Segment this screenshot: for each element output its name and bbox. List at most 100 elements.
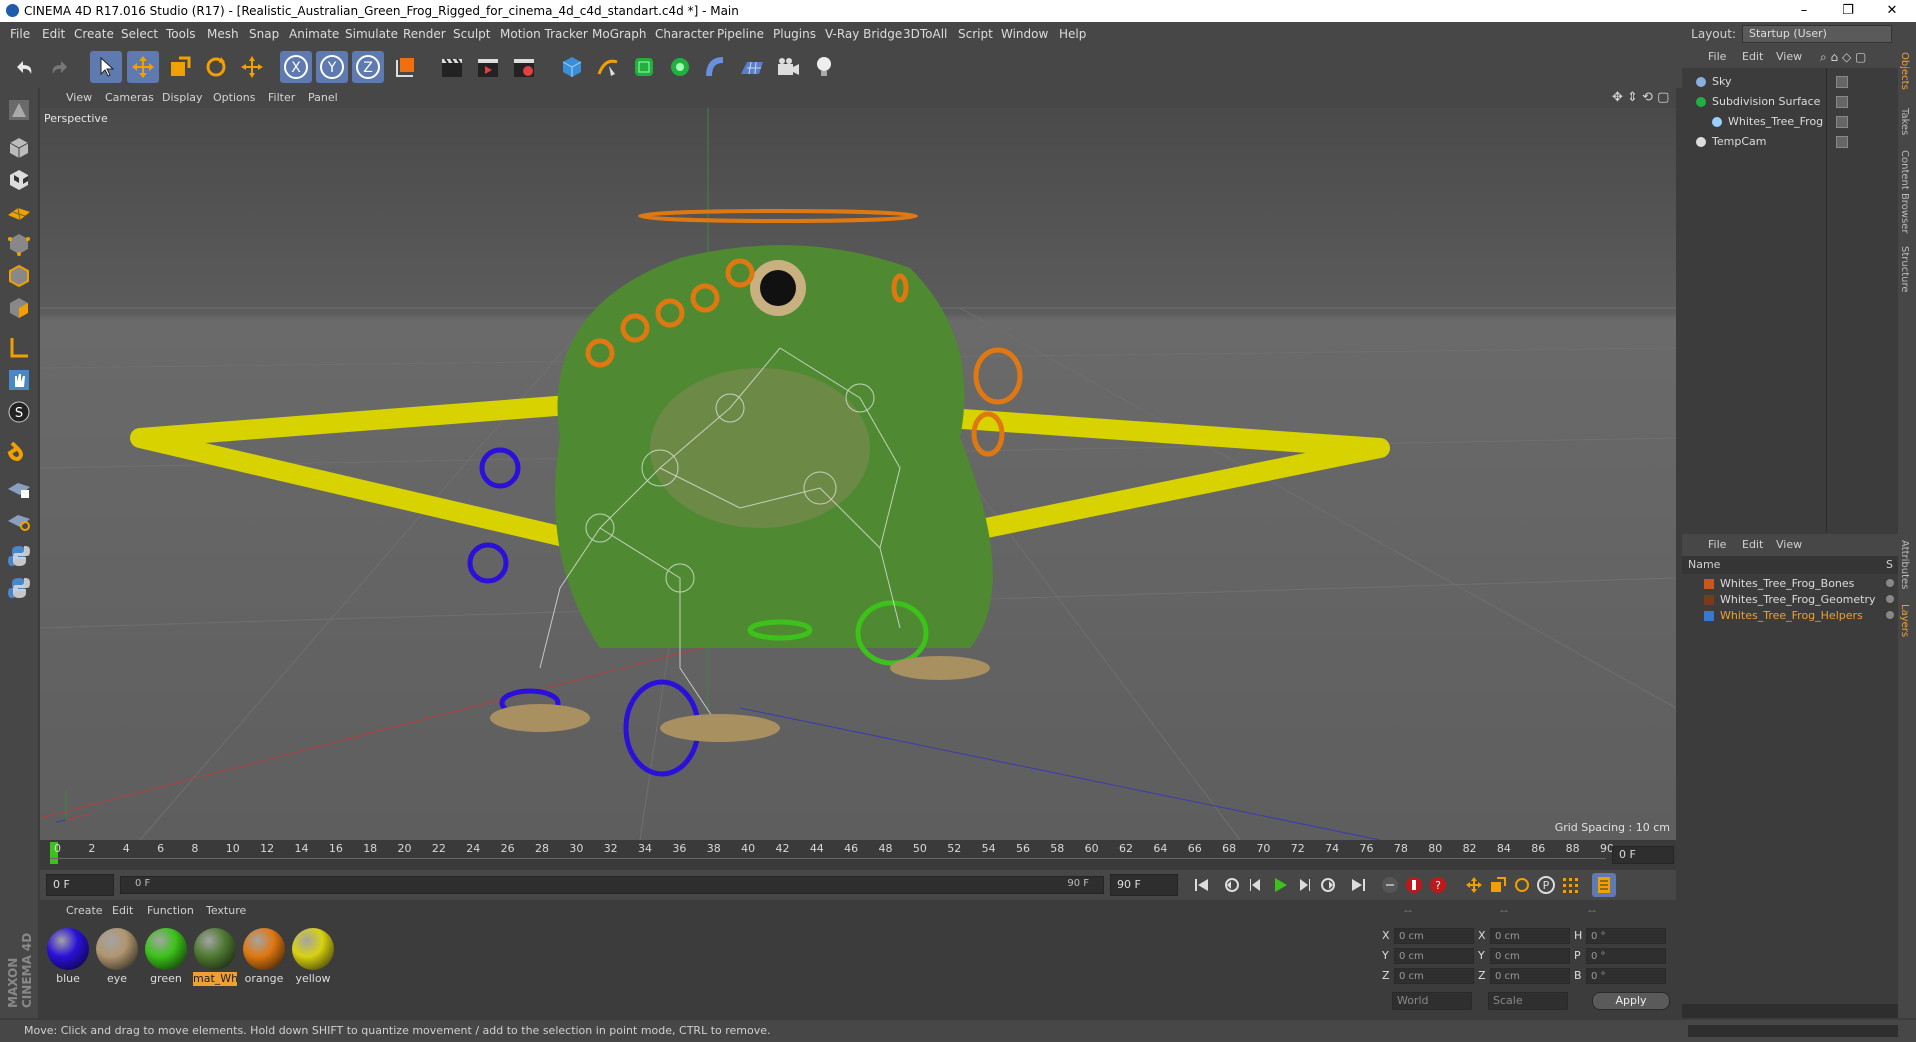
coord-value-field[interactable]: 0 ° (1586, 968, 1666, 984)
timeline-ruler[interactable]: 0 2 4 6 8 10 12 14 16 18 20 22 24 26 28 30 32 34 36 38 40 42 4… (40, 840, 1676, 870)
go-to-end-button[interactable] (1346, 873, 1370, 897)
menu-vray-bridge[interactable]: V-Ray Bridge (825, 22, 902, 46)
key-point-level-button[interactable] (1558, 873, 1582, 897)
menu-animate[interactable]: Animate (289, 22, 339, 46)
go-to-previous-key-button[interactable] (1220, 873, 1244, 897)
object-toolbar-icons[interactable]: ⌕ ⌂ ◇ ▢ (1820, 46, 1866, 68)
menu-edit[interactable]: Edit (42, 22, 65, 46)
menu-sculpt[interactable]: Sculpt (453, 22, 490, 46)
material-menu-texture[interactable]: Texture (206, 900, 246, 922)
end-frame-field[interactable]: 90 F (1110, 874, 1178, 896)
menu-render[interactable]: Render (403, 22, 446, 46)
tweak-mode-button[interactable] (3, 364, 35, 396)
rotate-tool-button[interactable] (200, 51, 232, 83)
layer-menu-view[interactable]: View (1776, 534, 1802, 556)
coord-value-field[interactable]: 0 ° (1586, 928, 1666, 944)
layer-row[interactable]: Whites_Tree_Frog_Bones (1682, 576, 1898, 592)
material-swatch[interactable]: green (144, 926, 188, 986)
workplane-mode-button[interactable] (3, 196, 35, 228)
object-menu-file[interactable]: File (1708, 46, 1726, 68)
layer-solo-dot-icon[interactable] (1886, 611, 1894, 619)
material-swatch[interactable]: yellow (291, 926, 335, 986)
close-button[interactable]: ✕ (1870, 0, 1914, 22)
object-menu-view[interactable]: View (1776, 46, 1802, 68)
frame-range-slider[interactable]: 0 F 90 F (120, 876, 1104, 894)
object-row[interactable]: Subdivision Surface (1682, 92, 1898, 112)
apply-button[interactable]: Apply (1592, 992, 1670, 1010)
layer-scrollbar[interactable] (1682, 1004, 1898, 1018)
side-tab-structure[interactable]: Structure (1899, 246, 1910, 293)
polygons-mode-button[interactable] (3, 292, 35, 324)
timeline-window-button[interactable] (1592, 873, 1616, 897)
object-row[interactable]: TempCam (1682, 132, 1898, 152)
key-position-button[interactable] (1462, 873, 1486, 897)
play-button[interactable] (1268, 873, 1292, 897)
menu-create[interactable]: Create (74, 22, 114, 46)
points-mode-button[interactable] (3, 228, 35, 260)
motion-record-button[interactable] (1378, 873, 1402, 897)
go-to-start-button[interactable] (1190, 873, 1214, 897)
coord-mode-dropdown[interactable]: Scale (1488, 992, 1568, 1010)
side-tab-takes[interactable]: Takes (1899, 108, 1910, 135)
undo-button[interactable] (8, 51, 40, 83)
soft-selection-button[interactable]: S (3, 396, 35, 428)
viewport-menu-cameras[interactable]: Cameras (105, 88, 154, 108)
minimize-button[interactable]: – (1782, 0, 1826, 22)
layer-color-swatch[interactable] (1704, 579, 1714, 589)
go-to-next-key-button[interactable] (1316, 873, 1340, 897)
key-scale-button[interactable] (1486, 873, 1510, 897)
menu-mesh[interactable]: Mesh (207, 22, 239, 46)
menu-select[interactable]: Select (121, 22, 158, 46)
floor-button[interactable] (736, 51, 768, 83)
menu-help[interactable]: Help (1059, 22, 1086, 46)
go-to-next-frame-button[interactable] (1292, 873, 1316, 897)
layer-menu-file[interactable]: File (1708, 534, 1726, 556)
material-swatch[interactable]: eye (95, 926, 139, 986)
menu-character[interactable]: Character (655, 22, 714, 46)
menu-window[interactable]: Window (1001, 22, 1048, 46)
camera-button[interactable] (772, 51, 804, 83)
menu-3dtoall[interactable]: 3DToAll (903, 22, 947, 46)
material-menu-create[interactable]: Create (66, 900, 103, 922)
restore-button[interactable]: ❐ (1826, 0, 1870, 22)
model-mode-button[interactable] (3, 132, 35, 164)
menu-motion-tracker[interactable]: Motion Tracker (500, 22, 588, 46)
go-to-previous-frame-button[interactable] (1244, 873, 1268, 897)
light-button[interactable] (808, 51, 840, 83)
python-script-button-2[interactable] (3, 572, 35, 604)
y-axis-button[interactable]: Y (316, 51, 348, 83)
object-row[interactable]: Sky (1682, 72, 1898, 92)
render-picture-viewer-button[interactable] (472, 51, 504, 83)
layer-row[interactable]: Whites_Tree_Frog_Geometry (1682, 592, 1898, 608)
object-row[interactable]: Whites_Tree_Frog (1682, 112, 1898, 132)
render-settings-button[interactable] (508, 51, 540, 83)
menu-script[interactable]: Script (958, 22, 993, 46)
layer-menu-edit[interactable]: Edit (1742, 534, 1763, 556)
object-edit-tag-icon[interactable] (1836, 76, 1848, 88)
record-active-objects-button[interactable] (1402, 873, 1426, 897)
cube-primitive-button[interactable] (556, 51, 588, 83)
render-view-button[interactable] (436, 51, 468, 83)
viewport-menu-display[interactable]: Display (162, 88, 203, 108)
material-swatch[interactable]: mat_Wh (193, 926, 238, 986)
pen-spline-button[interactable] (592, 51, 624, 83)
menu-tools[interactable]: Tools (166, 22, 196, 46)
live-selection-button[interactable] (90, 51, 122, 83)
edges-mode-button[interactable] (3, 260, 35, 292)
menu-plugins[interactable]: Plugins (773, 22, 816, 46)
layer-color-swatch[interactable] (1704, 595, 1714, 605)
coord-value-field[interactable]: 0 cm (1490, 948, 1570, 964)
object-edit-tag-icon[interactable] (1836, 136, 1848, 148)
locked-workplane-button[interactable] (3, 472, 35, 504)
material-menu-function[interactable]: Function (147, 900, 194, 922)
side-tab-layers[interactable]: Layers (1899, 604, 1910, 637)
x-axis-button[interactable]: X (280, 51, 312, 83)
menu-file[interactable]: File (10, 22, 30, 46)
viewport-nav-icons[interactable]: ✥ ⇕ ⟲ ▢ (1612, 88, 1669, 108)
material-swatch[interactable]: blue (46, 926, 90, 986)
coord-value-field[interactable]: 0 cm (1394, 928, 1474, 944)
coord-value-field[interactable]: 0 ° (1586, 948, 1666, 964)
layer-row[interactable]: Whites_Tree_Frog_Helpers (1682, 608, 1898, 624)
start-frame-field[interactable]: 0 F (46, 874, 114, 896)
scale-tool-button[interactable] (164, 51, 196, 83)
